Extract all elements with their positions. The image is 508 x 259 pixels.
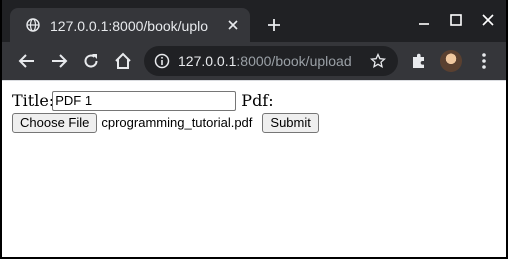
submit-button[interactable]: Submit [262,113,319,133]
puzzle-icon[interactable] [410,52,428,70]
choose-file-button[interactable]: Choose File [12,113,98,133]
title-label: Title: [12,91,55,110]
globe-icon [26,18,40,32]
url-text[interactable]: 127.0.0.1:8000/book/upload [178,52,360,70]
reload-icon[interactable] [82,52,100,70]
minimize-icon[interactable] [418,18,430,30]
tab-active[interactable]: 127.0.0.1:8000/book/uplo [10,8,250,42]
tab-strip: 127.0.0.1:8000/book/uplo [2,0,506,42]
upload-form: Title:PDF 1 Pdf: Choose File cprogramming… [12,91,502,133]
forward-arrow-icon[interactable] [50,52,68,70]
url-host: 127.0.0.1 [178,53,237,69]
new-tab-plus-icon[interactable] [266,17,282,33]
title-input[interactable]: PDF 1 [52,91,237,111]
address-bar[interactable]: 127.0.0.1:8000/book/upload [144,46,398,76]
page-content: Title:PDF 1 Pdf: Choose File cprogramming… [2,80,506,257]
kebab-menu-icon[interactable] [476,52,492,70]
home-icon[interactable] [114,52,132,70]
info-icon[interactable] [154,53,170,69]
pdf-label: Pdf: [241,91,274,110]
maximize-icon[interactable] [450,14,462,26]
tab-title: 127.0.0.1:8000/book/uplo [50,18,209,34]
form-row-title: Title:PDF 1 Pdf: [12,91,502,111]
window-close-icon[interactable] [482,14,494,26]
avatar[interactable] [440,50,462,72]
chosen-file-name: cprogramming_tutorial.pdf [101,115,253,130]
tab-close-icon[interactable] [226,18,240,32]
url-path: :8000/book/upload [236,53,352,69]
browser-window: 127.0.0.1:8000/book/uplo 127.0.0.1:8000/… [2,0,506,257]
browser-toolbar: 127.0.0.1:8000/book/upload [2,42,506,80]
form-row-file: Choose File cprogramming_tutorial.pdf Subm… [12,113,502,133]
star-icon[interactable] [370,53,386,69]
back-arrow-icon[interactable] [18,52,36,70]
